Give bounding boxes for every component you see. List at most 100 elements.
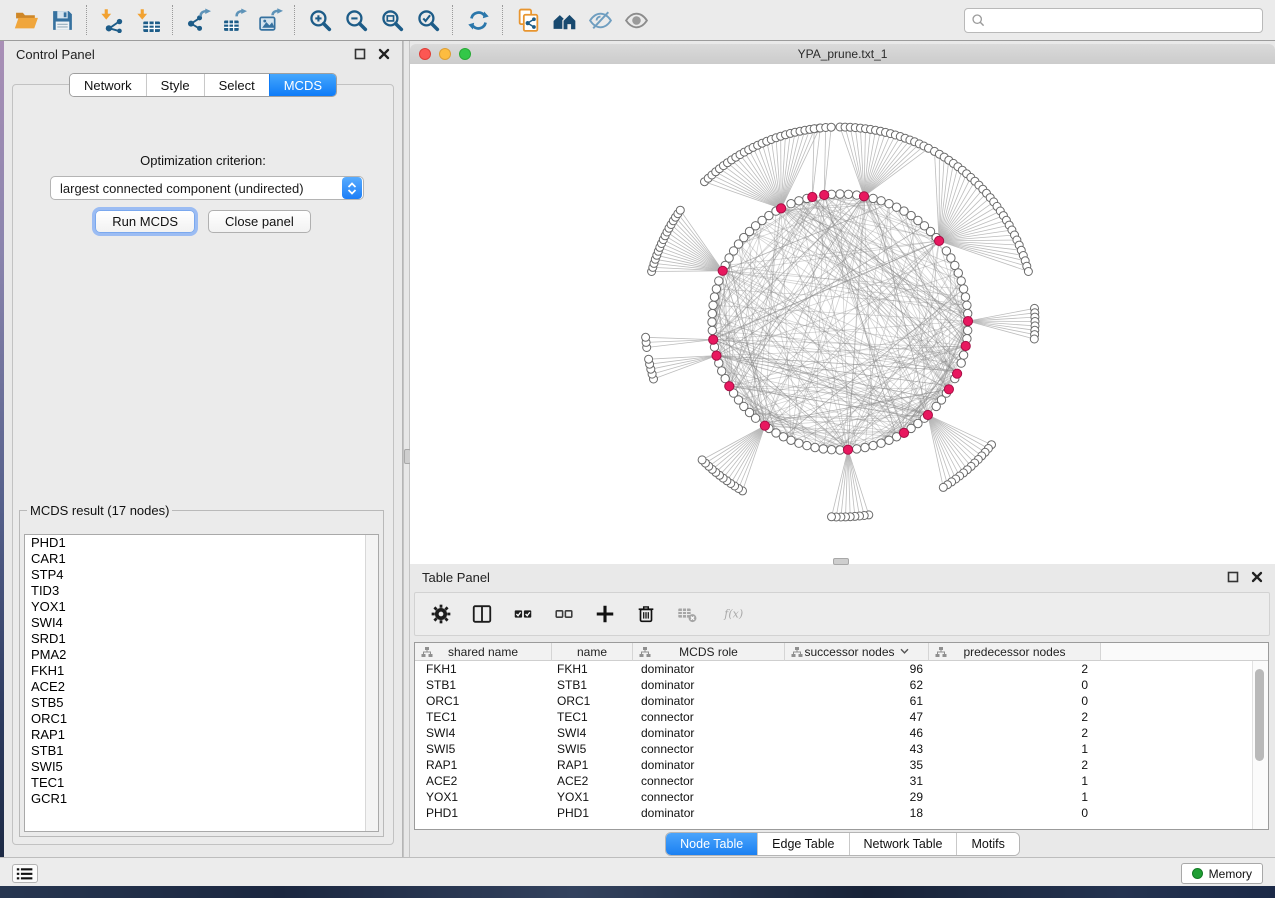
- refresh-network-button[interactable]: [460, 3, 496, 37]
- table-row[interactable]: SWI4SWI4dominator462: [415, 725, 1268, 741]
- table-settings-button[interactable]: [429, 602, 453, 626]
- search-icon: [970, 12, 986, 28]
- table-cell: 1: [929, 789, 1101, 805]
- import-table-button[interactable]: [130, 3, 166, 37]
- table-cell: 2: [929, 725, 1101, 741]
- zoom-out-button[interactable]: [338, 3, 374, 37]
- float-table-panel-button[interactable]: [1226, 571, 1239, 584]
- mcds-list-scrollbar[interactable]: [365, 535, 378, 831]
- table-cell: 2: [929, 661, 1101, 677]
- memory-button[interactable]: Memory: [1181, 863, 1263, 884]
- mcds-result-item[interactable]: CAR1: [25, 551, 378, 567]
- scrollbar-thumb[interactable]: [1255, 669, 1264, 761]
- table-cell: connector: [633, 773, 785, 789]
- mcds-result-item[interactable]: RAP1: [25, 727, 378, 743]
- network-canvas[interactable]: [410, 64, 1275, 564]
- open-file-button[interactable]: [8, 3, 44, 37]
- float-panel-button[interactable]: [353, 48, 366, 61]
- mcds-result-item[interactable]: PMA2: [25, 647, 378, 663]
- clone-network-icon: [516, 8, 541, 33]
- show-columns-button[interactable]: [470, 602, 494, 626]
- mcds-result-item[interactable]: SWI4: [25, 615, 378, 631]
- destroy-table-button: [675, 602, 699, 626]
- mcds-result-item[interactable]: STB1: [25, 743, 378, 759]
- column-header[interactable]: predecessor nodes: [929, 643, 1101, 661]
- mcds-result-item[interactable]: FKH1: [25, 663, 378, 679]
- close-mcds-panel-button[interactable]: Close panel: [208, 210, 311, 233]
- unselect-all-button[interactable]: [552, 602, 576, 626]
- table-panel-title: Table Panel: [422, 570, 490, 585]
- select-all-button[interactable]: [511, 602, 535, 626]
- table-row[interactable]: YOX1YOX1connector291: [415, 789, 1268, 805]
- mcds-result-item[interactable]: PHD1: [25, 535, 378, 551]
- tab-edge-table[interactable]: Edge Table: [757, 833, 848, 855]
- mcds-result-item[interactable]: GCR1: [25, 791, 378, 807]
- save-session-button[interactable]: [44, 3, 80, 37]
- table-cell: 1: [929, 741, 1101, 757]
- clone-network-button[interactable]: [510, 3, 546, 37]
- vertical-splitter[interactable]: [403, 41, 410, 857]
- add-column-button[interactable]: [593, 602, 617, 626]
- table-row[interactable]: ACE2ACE2connector311: [415, 773, 1268, 789]
- delete-columns-button[interactable]: [634, 602, 658, 626]
- mcds-result-item[interactable]: STB5: [25, 695, 378, 711]
- tab-style[interactable]: Style: [146, 74, 204, 96]
- horizontal-splitter-grip[interactable]: [833, 558, 849, 565]
- mcds-result-item[interactable]: SRD1: [25, 631, 378, 647]
- mcds-result-item[interactable]: STP4: [25, 567, 378, 583]
- zoom-fit-button[interactable]: [374, 3, 410, 37]
- network-graph[interactable]: [410, 64, 1275, 564]
- mcds-result-item[interactable]: YOX1: [25, 599, 378, 615]
- zoom-in-button[interactable]: [302, 3, 338, 37]
- table-row[interactable]: TEC1TEC1connector472: [415, 709, 1268, 725]
- table-row[interactable]: FKH1FKH1dominator962: [415, 661, 1268, 677]
- mcds-result-item[interactable]: SWI5: [25, 759, 378, 775]
- tab-network-table[interactable]: Network Table: [849, 833, 957, 855]
- table-scrollbar[interactable]: [1252, 661, 1268, 829]
- export-image-button[interactable]: [252, 3, 288, 37]
- network-overview-button[interactable]: [546, 3, 582, 37]
- network-window-titlebar[interactable]: YPA_prune.txt_1: [410, 44, 1275, 65]
- show-graphics-details-button[interactable]: [618, 3, 654, 37]
- mcds-result-title: MCDS result (17 nodes): [27, 503, 172, 518]
- mcds-result-item[interactable]: TID3: [25, 583, 378, 599]
- tab-motifs[interactable]: Motifs: [956, 833, 1018, 855]
- table-row[interactable]: STB1STB1dominator620: [415, 677, 1268, 693]
- table-row[interactable]: SWI5SWI5connector431: [415, 741, 1268, 757]
- tab-select[interactable]: Select: [204, 74, 269, 96]
- sitemap-icon: [791, 646, 803, 658]
- mcds-result-item[interactable]: ORC1: [25, 711, 378, 727]
- task-history-button[interactable]: [12, 864, 38, 883]
- zoom-selected-button[interactable]: [410, 3, 446, 37]
- search-input[interactable]: [986, 10, 1262, 30]
- mcds-result-item[interactable]: ACE2: [25, 679, 378, 695]
- export-table-button[interactable]: [216, 3, 252, 37]
- table-cell: ACE2: [552, 773, 633, 789]
- status-bar: Memory: [0, 857, 1275, 886]
- column-header[interactable]: successor nodes: [785, 643, 929, 661]
- export-network-button[interactable]: [180, 3, 216, 37]
- zoom-in-icon: [308, 8, 333, 33]
- close-table-panel-button[interactable]: [1250, 571, 1263, 584]
- column-header[interactable]: name: [552, 643, 633, 661]
- criterion-label: Optimization criterion:: [13, 153, 393, 168]
- table-cell: connector: [633, 789, 785, 805]
- table-row[interactable]: ORC1ORC1dominator610: [415, 693, 1268, 709]
- table-row[interactable]: RAP1RAP1dominator352: [415, 757, 1268, 773]
- mcds-result-item[interactable]: TEC1: [25, 775, 378, 791]
- table-cell: SWI4: [552, 725, 633, 741]
- criterion-select[interactable]: largest connected component (undirected): [50, 176, 364, 200]
- tab-node-table[interactable]: Node Table: [666, 833, 757, 855]
- import-network-button[interactable]: [94, 3, 130, 37]
- hide-graphics-details-button[interactable]: [582, 3, 618, 37]
- column-header[interactable]: MCDS role: [633, 643, 785, 661]
- run-mcds-button[interactable]: Run MCDS: [95, 210, 195, 233]
- column-header[interactable]: shared name: [415, 643, 552, 661]
- tab-network[interactable]: Network: [70, 74, 146, 96]
- table-cell: TEC1: [415, 709, 552, 725]
- table-row[interactable]: PHD1PHD1dominator180: [415, 805, 1268, 821]
- function-builder-button: f(x): [716, 602, 752, 626]
- table-cell: 0: [929, 677, 1101, 693]
- tab-mcds[interactable]: MCDS: [269, 74, 336, 96]
- close-panel-button[interactable]: [377, 48, 390, 61]
